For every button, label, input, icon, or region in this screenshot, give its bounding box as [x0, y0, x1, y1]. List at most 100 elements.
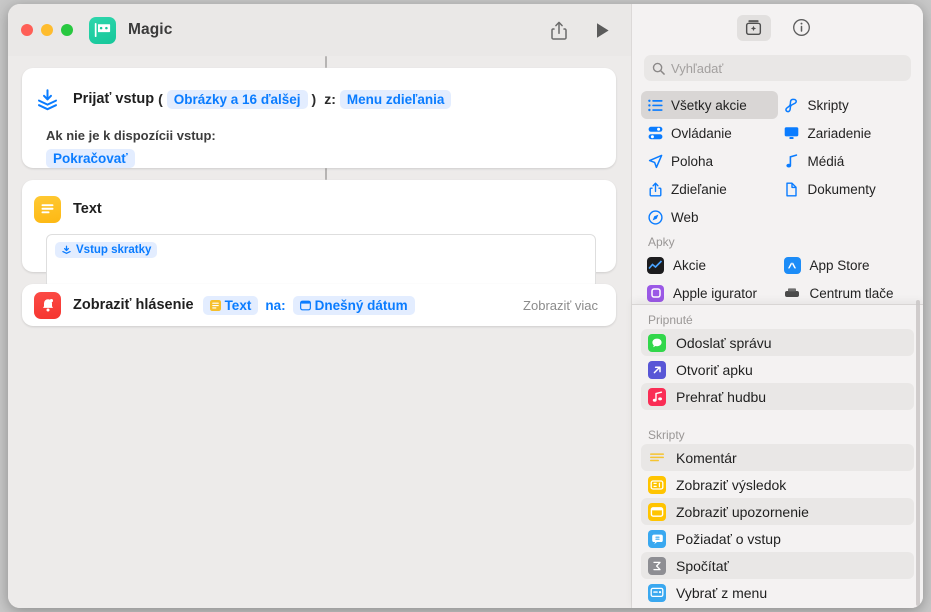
print-center-icon [783, 284, 801, 302]
notification-date-token[interactable]: Dnešný dátum [292, 295, 415, 315]
zoom-button[interactable] [61, 24, 73, 36]
list-item-label: Požiadať o vstup [676, 530, 781, 547]
pinned-and-scripting-panel: Pripnuté Odoslať správu Otvoriť apku Pre… [632, 304, 923, 608]
window-controls [21, 24, 73, 36]
list-icon [647, 97, 663, 113]
title-bar: Magic [8, 4, 632, 56]
app-item-label: App Store [809, 257, 870, 273]
list-item-show-alert[interactable]: Zobraziť upozornenie [641, 498, 914, 525]
receive-input-icon [34, 86, 61, 113]
open-app-icon [648, 360, 666, 379]
shortcut-input-token[interactable]: Vstup skratky [55, 242, 158, 258]
list-item-play-music[interactable]: Prehrať hudbu [641, 383, 914, 410]
action-card-show-notification[interactable]: Zobraziť hlásenie Text na: Dnešný dátum … [22, 284, 616, 326]
list-item-send-message[interactable]: Odoslať správu [641, 329, 914, 356]
location-arrow-icon [647, 153, 663, 169]
close-button[interactable] [21, 24, 33, 36]
action-card-text[interactable]: Text Vstup skratky [22, 180, 616, 289]
input-source-token[interactable]: Menu zdieľania [339, 89, 452, 109]
action-title: Text [73, 201, 102, 217]
sidebar-scrollbar[interactable] [916, 300, 920, 606]
action-header: Prijať vstup ( Obrázky a 16 ďalšej ) z: … [22, 68, 616, 120]
info-icon[interactable] [785, 15, 819, 41]
list-item-label: Odoslať správu [676, 334, 772, 351]
apps-grid: Akcie App Store Apple igurator Centrum t… [641, 251, 914, 307]
share-icon[interactable] [548, 18, 570, 42]
pinned-section-label: Pripnuté [648, 313, 693, 327]
count-icon [648, 556, 666, 575]
list-item-choose-from-menu[interactable]: Vybrať z menu [641, 579, 914, 606]
sidebar-item-label: Dokumenty [807, 181, 876, 197]
connector-line [325, 56, 327, 68]
play-icon[interactable] [592, 18, 614, 42]
shortcut-mask-icon [89, 16, 116, 44]
sidebar-item-location[interactable]: Poloha [641, 147, 778, 175]
variable-icon [62, 245, 71, 254]
list-item-open-app[interactable]: Otvoriť apku [641, 356, 914, 383]
list-item-label: Otvoriť apku [676, 361, 753, 378]
sidebar-item-label: Všetky akcie [671, 97, 747, 113]
paren-open: ( [158, 91, 163, 107]
fallback-token[interactable]: Pokračovať [46, 149, 135, 168]
sidebar-item-label: Médiá [807, 153, 845, 169]
list-item-label: Zobraziť výsledok [676, 476, 787, 493]
sidebar-item-web[interactable]: Web [641, 203, 778, 231]
token-label: Dnešný dátum [314, 297, 408, 313]
messages-icon [648, 333, 666, 352]
sidebar-toolbar [632, 4, 923, 51]
list-item-count[interactable]: Spočítať [641, 552, 914, 579]
show-alert-icon [648, 502, 666, 521]
text-token-icon [209, 299, 221, 311]
action-header: Text [22, 180, 616, 230]
show-more-button[interactable]: Zobraziť viac [523, 298, 598, 313]
sidebar-item-label: Ovládanie [671, 125, 732, 141]
action-title: Prijať vstup [73, 91, 155, 107]
app-item-app-store[interactable]: App Store [778, 251, 915, 279]
action-card-receive-input[interactable]: Prijať vstup ( Obrázky a 16 ďalšej ) z: … [22, 68, 616, 168]
scripting-section-label: Skripty [648, 428, 685, 442]
notification-bell-icon [34, 291, 61, 319]
sidebar-item-all-actions[interactable]: Všetky akcie [641, 91, 778, 119]
ask-input-icon [648, 529, 666, 548]
fallback-label: Ak nie je k dispozícii vstup: [46, 128, 216, 143]
app-item-akcie[interactable]: Akcie [641, 251, 778, 279]
minimize-button[interactable] [41, 24, 53, 36]
display-icon [784, 125, 800, 141]
notification-text-token[interactable]: Text [202, 295, 259, 315]
app-item-apple-configurator[interactable]: Apple igurator [641, 279, 778, 307]
action-library-icon[interactable] [736, 14, 771, 41]
sidebar-item-sharing[interactable]: Zdieľanie [641, 175, 778, 203]
sidebar-item-device[interactable]: Zariadenie [778, 119, 915, 147]
music-note-icon [784, 153, 800, 169]
calendar-token-icon [299, 300, 311, 310]
search-input[interactable]: Vyhľadať [671, 61, 723, 76]
choose-menu-icon [648, 583, 666, 602]
sidebar-item-controls[interactable]: Ovládanie [641, 119, 778, 147]
list-item-label: Spočítať [676, 557, 729, 574]
shortcuts-window: Magic Prijať vstup (Obrázky a 16 ďalšej… [8, 4, 923, 608]
sidebar-item-label: Poloha [671, 153, 714, 169]
title-bar-actions [548, 18, 614, 42]
stocks-app-icon [647, 256, 664, 274]
action-header: Zobraziť hlásenie Text na: Dnešný dátum … [22, 284, 616, 326]
list-item-show-result[interactable]: Zobraziť výsledok [641, 471, 914, 498]
category-grid: Všetky akcie Skripty Ovládanie Zariadeni… [641, 91, 914, 231]
sidebar-item-documents[interactable]: Dokumenty [778, 175, 915, 203]
input-type-token[interactable]: Obrázky a 16 ďalšej [166, 89, 308, 109]
app-item-print-center[interactable]: Centrum tlače [778, 279, 915, 307]
list-item-comment[interactable]: Komentár [641, 444, 914, 471]
list-item-label: Vybrať z menu [676, 584, 768, 601]
fallback-row: Ak nie je k dispozícii vstup: Pokračovať [22, 120, 616, 168]
list-item-label: Komentár [676, 449, 737, 466]
list-item-ask-for-input[interactable]: Požiadať o vstup [641, 525, 914, 552]
sidebar-item-media[interactable]: Médiá [778, 147, 915, 175]
app-item-label: Apple igurator [673, 285, 758, 301]
sidebar-item-label: Skripty [807, 97, 849, 113]
compass-icon [647, 209, 663, 225]
paren-close: ) [311, 91, 317, 107]
sidebar-item-scripting[interactable]: Skripty [778, 91, 915, 119]
app-item-label: Centrum tlače [809, 285, 894, 301]
search-field[interactable]: Vyhľadať [644, 55, 911, 81]
music-icon [648, 387, 666, 406]
text-input-field[interactable]: Vstup skratky [46, 234, 596, 289]
